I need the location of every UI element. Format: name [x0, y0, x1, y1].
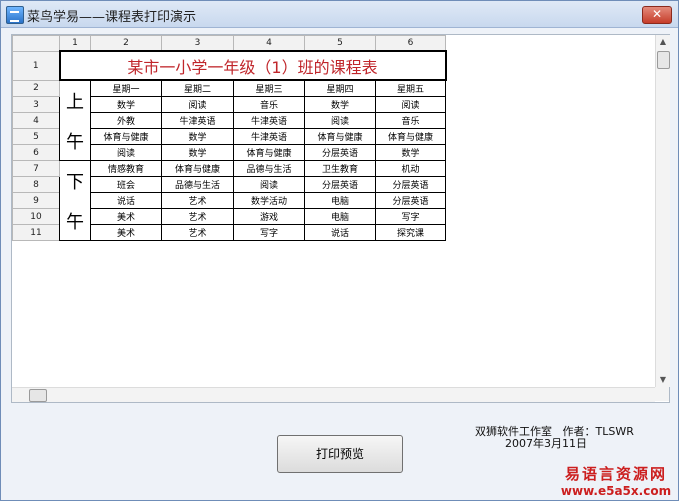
lesson-cell[interactable]: 写字 — [375, 208, 446, 225]
lesson-cell[interactable]: 体育与健康 — [375, 128, 446, 145]
lesson-cell[interactable]: 阅读 — [375, 96, 446, 113]
lesson-cell[interactable]: 数学 — [161, 144, 234, 161]
row-header[interactable]: 4 — [12, 112, 60, 129]
lesson-cell[interactable]: 电脑 — [304, 192, 376, 209]
credits: 双狮软件工作室 作者：TLSWR 2007年3月11日 — [475, 426, 634, 450]
lesson-cell[interactable]: 品德与生活 — [233, 160, 305, 177]
col-header[interactable]: 6 — [375, 35, 446, 52]
watermark-url: www.e5a5x.com — [560, 484, 672, 498]
lesson-cell[interactable]: 班会 — [90, 176, 162, 193]
period-pm-char: 下 — [66, 171, 84, 193]
vertical-scroll-thumb[interactable] — [657, 51, 670, 69]
lesson-cell[interactable]: 艺术 — [161, 192, 234, 209]
col-header[interactable]: 4 — [233, 35, 305, 52]
app-icon — [6, 6, 24, 24]
lesson-cell[interactable]: 阅读 — [233, 176, 305, 193]
lesson-cell[interactable]: 说话 — [304, 224, 376, 241]
lesson-cell[interactable]: 数学 — [304, 96, 376, 113]
row-header[interactable]: 9 — [12, 192, 60, 209]
lesson-cell[interactable]: 说话 — [90, 192, 162, 209]
col-header[interactable]: 3 — [161, 35, 234, 52]
lesson-cell[interactable]: 体育与健康 — [90, 128, 162, 145]
print-preview-button[interactable]: 打印预览 — [277, 435, 403, 473]
lesson-cell[interactable]: 阅读 — [304, 112, 376, 129]
period-am-char: 午 — [66, 131, 84, 153]
lesson-cell[interactable]: 外教 — [90, 112, 162, 129]
lesson-cell[interactable]: 美术 — [90, 208, 162, 225]
lesson-cell[interactable]: 分层英语 — [375, 176, 446, 193]
weekday-header[interactable]: 星期二 — [161, 79, 234, 97]
lesson-cell[interactable]: 分层英语 — [304, 176, 376, 193]
lesson-cell[interactable]: 音乐 — [375, 112, 446, 129]
lesson-cell[interactable]: 电脑 — [304, 208, 376, 225]
lesson-cell[interactable]: 分层英语 — [375, 192, 446, 209]
credit-date: 2007年3月11日 — [505, 437, 587, 450]
row-header[interactable]: 5 — [12, 128, 60, 145]
horizontal-scroll-thumb[interactable] — [29, 389, 47, 402]
lesson-cell[interactable]: 牛津英语 — [161, 112, 234, 129]
lesson-cell[interactable]: 写字 — [233, 224, 305, 241]
lesson-cell[interactable]: 体育与健康 — [304, 128, 376, 145]
lesson-cell[interactable]: 数学 — [161, 128, 234, 145]
lesson-cell[interactable]: 牛津英语 — [233, 112, 305, 129]
lesson-cell[interactable]: 机动 — [375, 160, 446, 177]
lesson-cell[interactable]: 艺术 — [161, 224, 234, 241]
lesson-cell[interactable]: 牛津英语 — [233, 128, 305, 145]
row-header[interactable]: 7 — [12, 160, 60, 177]
row-header[interactable]: 10 — [12, 208, 60, 225]
window-title: 菜鸟学易——课程表打印演示 — [27, 10, 197, 25]
row-header[interactable]: 3 — [12, 96, 60, 113]
weekday-header[interactable]: 星期五 — [375, 79, 446, 97]
row-header[interactable]: 6 — [12, 144, 60, 161]
lesson-cell[interactable]: 美术 — [90, 224, 162, 241]
corner-header — [12, 35, 60, 52]
lesson-cell[interactable]: 阅读 — [90, 144, 162, 161]
main-window: 菜鸟学易——课程表打印演示 ✕ 1 2 3 4 5 6 1 某市一小学一年级（1… — [0, 0, 679, 501]
col-header[interactable]: 2 — [90, 35, 162, 52]
row-header[interactable]: 11 — [12, 224, 60, 241]
period-pm-cell[interactable]: 下 午 — [59, 160, 91, 241]
col-header[interactable]: 1 — [59, 35, 91, 52]
timetable: 1 2 3 4 5 6 1 某市一小学一年级（1）班的课程表 2 上 午 星期一… — [12, 35, 447, 241]
row-header[interactable]: 8 — [12, 176, 60, 193]
period-am-cell[interactable]: 上 午 — [59, 79, 91, 161]
scroll-up-icon[interactable]: ▲ — [656, 35, 670, 49]
lesson-cell[interactable]: 情感教育 — [90, 160, 162, 177]
vertical-scrollbar[interactable]: ▲ ▼ — [655, 35, 670, 387]
spreadsheet-grid[interactable]: 1 2 3 4 5 6 1 某市一小学一年级（1）班的课程表 2 上 午 星期一… — [11, 34, 670, 403]
weekday-header[interactable]: 星期四 — [304, 79, 376, 97]
lesson-cell[interactable]: 数学 — [375, 144, 446, 161]
lesson-cell[interactable]: 品德与生活 — [161, 176, 234, 193]
weekday-header[interactable]: 星期三 — [233, 79, 305, 97]
watermark-title: 易语言资源网 — [564, 465, 667, 483]
scroll-down-icon[interactable]: ▼ — [656, 373, 670, 387]
lesson-cell[interactable]: 卫生教育 — [304, 160, 376, 177]
watermark: 易语言资源网 www.e5a5x.com — [556, 463, 676, 498]
lesson-cell[interactable]: 分层英语 — [304, 144, 376, 161]
lesson-cell[interactable]: 探究课 — [375, 224, 446, 241]
lesson-cell[interactable]: 游戏 — [233, 208, 305, 225]
period-pm-char: 午 — [66, 211, 84, 233]
period-am-char: 上 — [66, 91, 84, 113]
horizontal-scrollbar[interactable] — [12, 387, 655, 402]
lesson-cell[interactable]: 音乐 — [233, 96, 305, 113]
title-bar[interactable]: 菜鸟学易——课程表打印演示 ✕ — [1, 1, 678, 28]
col-header[interactable]: 5 — [304, 35, 376, 52]
row-header[interactable]: 2 — [12, 79, 60, 97]
scroll-corner — [655, 387, 669, 401]
lesson-cell[interactable]: 阅读 — [161, 96, 234, 113]
lesson-cell[interactable]: 体育与健康 — [161, 160, 234, 177]
row-header[interactable]: 1 — [12, 50, 60, 81]
lesson-cell[interactable]: 体育与健康 — [233, 144, 305, 161]
lesson-cell[interactable]: 艺术 — [161, 208, 234, 225]
lesson-cell[interactable]: 数学 — [90, 96, 162, 113]
weekday-header[interactable]: 星期一 — [90, 79, 162, 97]
timetable-title[interactable]: 某市一小学一年级（1）班的课程表 — [58, 50, 447, 81]
close-button[interactable]: ✕ — [642, 6, 672, 24]
lesson-cell[interactable]: 数学活动 — [233, 192, 305, 209]
